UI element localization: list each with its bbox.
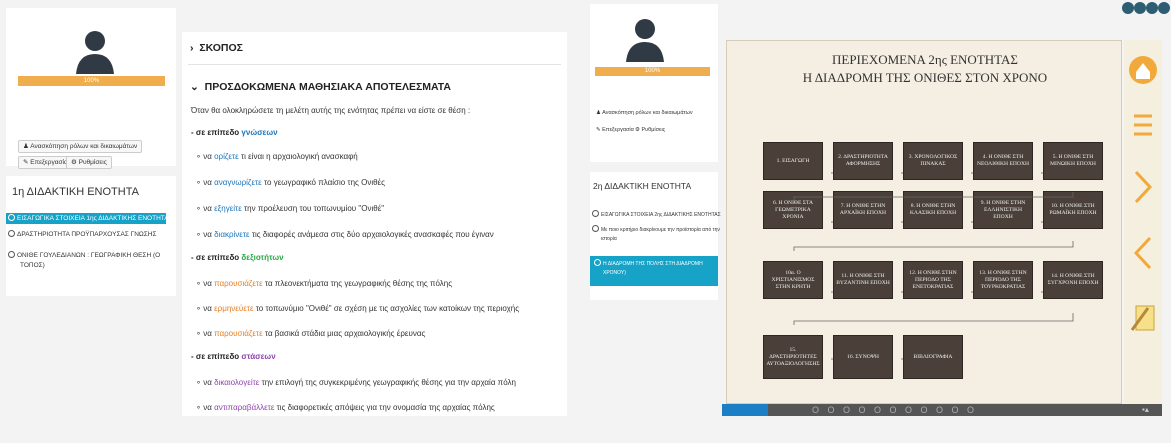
user-avatar-icon	[622, 14, 668, 62]
edit-button[interactable]: ✎ Επεξεργασία	[596, 125, 634, 136]
check-circle-icon	[594, 259, 601, 266]
outcome-item: ∘ να παρουσιάζετε τα πλεονεκτήματα της γ…	[196, 279, 453, 288]
section-outcomes[interactable]: ⌄ ΠΡΟΣΔΟΚΩΜΕΝΑ ΜΑΘΗΣΙΑΚΑ ΑΠΟΤΕΛΕΣΜΑΤΑ	[190, 81, 451, 93]
nav-item-location[interactable]: ΟΝΙΘΕ ΓΟΥΛΕΔΙΑΝΩΝ : ΓΕΩΓΡΑΦΙΚΗ ΘΕΣΗ (Ο	[8, 251, 160, 260]
presentation-slide: ΠΕΡΙΕΧΟΜΕΝΑ 2ης ΕΝΟΤΗΤΑΣ Η ΔΙΑΔΡΟΜΗ ΤΗΣ …	[726, 40, 1122, 404]
roles-button[interactable]: ♟ Ανασκόπηση ρόλων και δικαιωμάτων	[596, 108, 693, 119]
outcome-item: ∘ να δικαιολογείτε την επιλογή της συγκε…	[196, 378, 516, 387]
outcome-item: ∘ να εξηγείτε την προέλευση του τοπωνυμί…	[196, 204, 385, 213]
previous-icon[interactable]	[1134, 236, 1152, 270]
outcome-item: ∘ να αναγνωρίζετε το γεωγραφικό πλαίσιο …	[196, 178, 385, 187]
nav-item-intro[interactable]: ΕΙΣΑΓΩΓΙΚΑ ΣΤΟΙΧΕΙΑ 1ης ΔΙΔΑΚΤΙΚΗΣ ΕΝΟΤΗ…	[6, 213, 173, 224]
outcome-item: ∘ να παρουσιάζετε τα βασικά στάδια μιας …	[196, 329, 426, 338]
user-avatar-icon	[72, 26, 118, 74]
outcome-item: ∘ να διακρίνετε τις διαφορές ανάμεσα στι…	[196, 230, 494, 239]
level-attitudes: - σε επίπεδο στάσεων	[191, 352, 276, 361]
section-scope[interactable]: › ΣΚΟΠΟΣ	[190, 42, 243, 54]
settings-button[interactable]: ⚙ Ρυθμίσεις	[635, 125, 665, 136]
menu-icon[interactable]	[1132, 112, 1154, 138]
check-icon[interactable]	[1122, 2, 1134, 14]
flow-arrows	[793, 172, 1074, 360]
slide-side-nav	[1124, 40, 1162, 404]
unit-title: 1η ΔΙΔΑΚΤΙΚΗ ΕΝΟΤΗΤΑ	[12, 186, 139, 198]
intro-text: Όταν θα ολοκληρώσετε τη μελέτη αυτής της…	[191, 106, 471, 115]
outcome-item: ∘ να αντιπαραβάλλετε τις διαφορετικές απ…	[196, 403, 495, 412]
check-circle-icon	[8, 251, 15, 258]
check-circle-icon	[8, 214, 15, 221]
check-circle-icon	[592, 225, 599, 232]
top-right-toolbar	[1122, 2, 1170, 16]
check-circle-icon	[8, 230, 15, 237]
nav-item-criterion[interactable]: Με ποιο κριτήριο διακρίνουμε την προϊστο…	[592, 225, 720, 235]
seekbar-markers: O O O O O O O O O O O	[812, 405, 978, 415]
progress-bar: 100%	[595, 67, 710, 76]
edit-button[interactable]: ✎ Επεξεργασία	[18, 156, 73, 169]
seekbar-progress	[722, 404, 768, 416]
outcome-item: ∘ να ορίζετε τι είναι η αρχαιολογική ανα…	[196, 152, 358, 161]
nav-item-route[interactable]: Η ΔΙΑΔΡΟΜΗ ΤΗΣ ΠΟΛΗΣ ΣΤΗ ΔΙΑΔΡΟΜΗ ΧΡΟΝΟΥ)	[590, 256, 718, 286]
next-icon[interactable]	[1134, 170, 1152, 204]
check-circle-icon	[592, 210, 599, 217]
fullscreen-icon[interactable]: ▪▴	[1142, 405, 1149, 414]
progress-bar: 100%	[18, 76, 165, 86]
gear-icon: ⚙	[71, 159, 79, 166]
chevron-right-icon: ›	[190, 42, 200, 54]
slide-seekbar[interactable]: O O O O O O O O O O O ▪▴	[722, 404, 1162, 416]
nav-item-location-cont: ΤΟΠΟΣ)	[20, 262, 45, 269]
divider	[188, 64, 561, 65]
outcome-item: ∘ να ερμηνεύετε το τοπωνύμιο "Ονιθέ" σε …	[196, 304, 520, 313]
nav-item-criterion-cont: ιστορία	[601, 236, 617, 242]
roles-button[interactable]: ♟ Ανασκόπηση ρόλων και δικαιωμάτων	[18, 140, 143, 153]
nav-item-activity[interactable]: ΔΡΑΣΤΗΡΙΟΤΗΤΑ ΠΡΟΫΠΑΡΧΟΥΣΑΣ ΓΝΩΣΗΣ	[8, 230, 156, 239]
circle-icon[interactable]	[1146, 2, 1158, 14]
chevron-down-icon: ⌄	[190, 81, 205, 93]
home-icon[interactable]	[1128, 52, 1158, 88]
nav-item-intro[interactable]: ΕΙΣΑΓΩΓΙΚΑ ΣΤΟΙΧΕΙΑ 2ης ΔΙΔΑΚΤΙΚΗΣ ΕΝΟΤΗ…	[592, 210, 721, 220]
level-skills: - σε επίπεδο δεξιοτήτων	[191, 253, 284, 262]
back-icon[interactable]	[1158, 2, 1170, 14]
notes-icon[interactable]	[1130, 302, 1158, 334]
circle-icon[interactable]	[1134, 2, 1146, 14]
level-knowledge: - σε επίπεδο γνώσεων	[191, 128, 278, 137]
settings-button[interactable]: ⚙ Ρυθμίσεις	[66, 156, 112, 169]
unit-title: 2η ΔΙΔΑΚΤΙΚΗ ΕΝΟΤΗΤΑ	[593, 181, 692, 191]
